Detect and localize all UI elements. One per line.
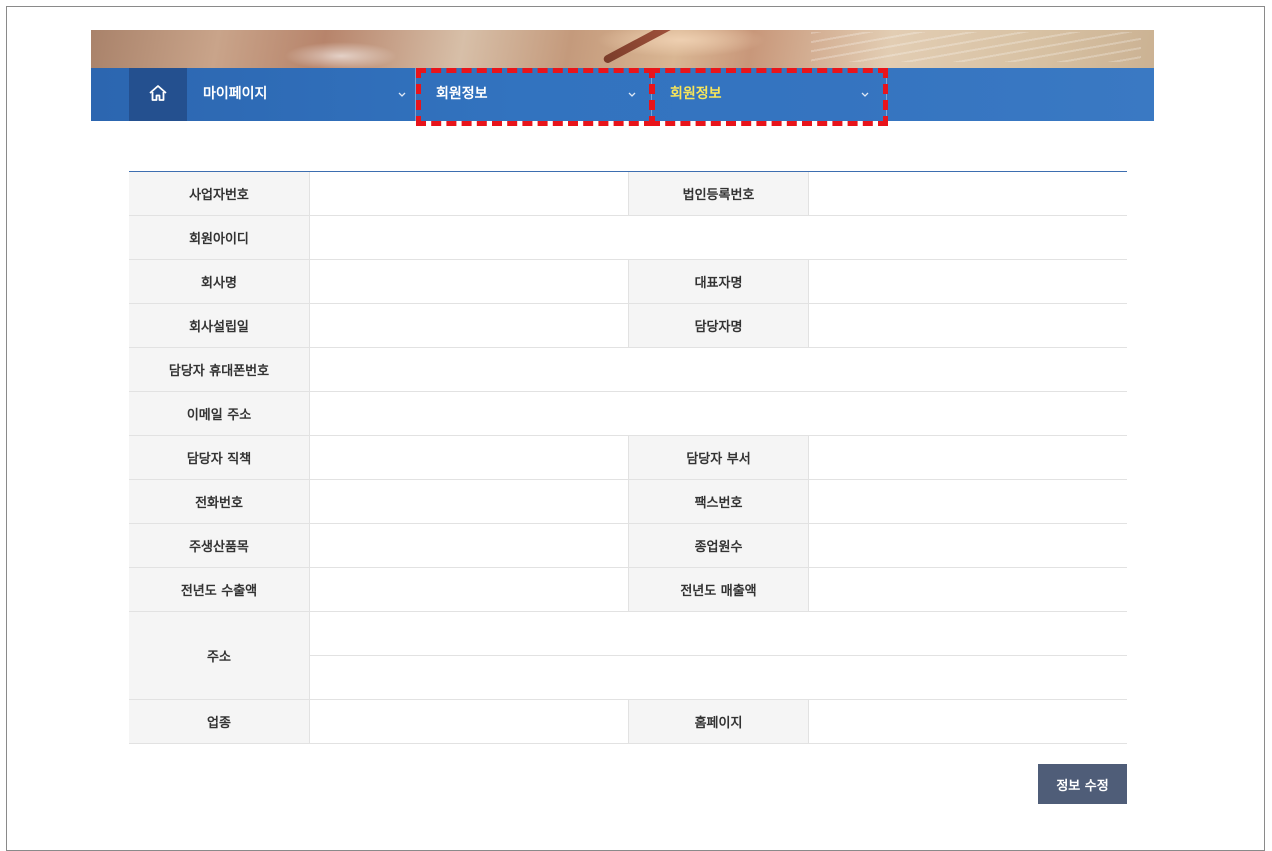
field-label: 회사명: [129, 260, 309, 303]
homepage-value: [808, 700, 1127, 743]
home-icon: [148, 84, 168, 106]
field-label: 담당자 직책: [129, 436, 309, 479]
fax-value: [808, 480, 1127, 523]
field-label: 전년도 매출액: [628, 568, 808, 611]
field-label: 업종: [129, 700, 309, 743]
nav-dropdown-label: 마이페이지: [203, 86, 268, 102]
nav-dropdown-member-info-current[interactable]: 회원정보: [651, 68, 887, 121]
banner-pen-graphic: [602, 30, 730, 65]
field-label: 사업자번호: [129, 172, 309, 215]
manager-position-value: [309, 436, 628, 479]
member-info-table: 사업자번호 법인등록번호 회원아이디 회사명 대표자명 회사설립일 담당자명 담…: [129, 171, 1127, 744]
phone-value: [309, 480, 628, 523]
field-label: 전화번호: [129, 480, 309, 523]
nav-dropdown-label: 회원정보: [436, 86, 488, 102]
table-row: 전년도 수출액 전년도 매출액: [129, 568, 1127, 612]
business-number-value: [309, 172, 628, 215]
field-label: 회사설립일: [129, 304, 309, 347]
export-amount-value: [309, 568, 628, 611]
banner-document-graphic: [811, 32, 1141, 62]
field-label: 회원아이디: [129, 216, 309, 259]
field-label: 담당자명: [628, 304, 808, 347]
founding-date-value: [309, 304, 628, 347]
table-row: 주생산품목 종업원수: [129, 524, 1127, 568]
field-label: 담당자 휴대폰번호: [129, 348, 309, 391]
edit-info-button[interactable]: 정보 수정: [1038, 764, 1127, 804]
manager-name-value: [808, 304, 1127, 347]
address-line-2: [310, 656, 1127, 699]
address-line-1: [310, 612, 1127, 656]
banner-image: [91, 30, 1154, 68]
field-label: 법인등록번호: [628, 172, 808, 215]
nav-dropdown-mypage[interactable]: 마이페이지: [187, 68, 415, 121]
table-row: 이메일 주소: [129, 392, 1127, 436]
table-row: 업종 홈페이지: [129, 700, 1127, 744]
table-row: 사업자번호 법인등록번호: [129, 172, 1127, 216]
company-name-value: [309, 260, 628, 303]
table-row: 주소: [129, 612, 1127, 700]
field-label: 주소: [129, 612, 309, 699]
corporate-registration-number-value: [808, 172, 1127, 215]
main-products-value: [309, 524, 628, 567]
table-row: 회사명 대표자명: [129, 260, 1127, 304]
field-label: 이메일 주소: [129, 392, 309, 435]
chevron-down-icon: [625, 86, 639, 102]
chevron-down-icon: [395, 86, 409, 102]
location-navbar: 마이페이지 회원정보 회원정보: [91, 68, 1154, 121]
field-label: 담당자 부서: [628, 436, 808, 479]
email-value: [309, 392, 1127, 435]
field-label: 팩스번호: [628, 480, 808, 523]
field-label: 대표자명: [628, 260, 808, 303]
table-row: 담당자 직책 담당자 부서: [129, 436, 1127, 480]
manager-mobile-value: [309, 348, 1127, 391]
industry-value: [309, 700, 628, 743]
field-label: 주생산품목: [129, 524, 309, 567]
field-label: 종업원수: [628, 524, 808, 567]
table-row: 회원아이디: [129, 216, 1127, 260]
ceo-name-value: [808, 260, 1127, 303]
table-row: 회사설립일 담당자명: [129, 304, 1127, 348]
sales-amount-value: [808, 568, 1127, 611]
table-row: 전화번호 팩스번호: [129, 480, 1127, 524]
address-value: [309, 612, 1127, 699]
nav-dropdown-member-info[interactable]: 회원정보: [415, 68, 651, 121]
manager-department-value: [808, 436, 1127, 479]
chevron-down-icon: [858, 86, 872, 102]
member-id-value: [309, 216, 1127, 259]
employee-count-value: [808, 524, 1127, 567]
table-row: 담당자 휴대폰번호: [129, 348, 1127, 392]
field-label: 전년도 수출액: [129, 568, 309, 611]
home-button[interactable]: [129, 68, 187, 121]
top-banner: 마이페이지 회원정보 회원정보: [91, 30, 1154, 121]
nav-dropdown-label-active: 회원정보: [670, 86, 722, 102]
field-label: 홈페이지: [628, 700, 808, 743]
